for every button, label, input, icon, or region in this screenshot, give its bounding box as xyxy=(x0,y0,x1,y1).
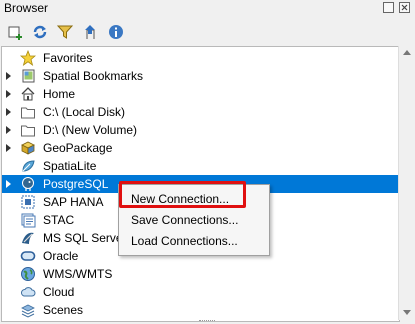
tree-item-wms-wmts[interactable]: WMS/WMTS xyxy=(2,265,399,283)
star-icon xyxy=(19,49,37,66)
geopackage-icon xyxy=(20,140,36,156)
expand-arrow-icon[interactable] xyxy=(6,126,11,134)
panel-title: Browser xyxy=(4,1,49,15)
expand-arrow-icon[interactable] xyxy=(6,108,11,116)
info-icon[interactable] xyxy=(108,24,124,40)
expand-arrow-icon[interactable] xyxy=(6,90,11,98)
browser-toolbar xyxy=(0,20,415,44)
folder-icon xyxy=(20,122,36,138)
expand-arrow-icon[interactable] xyxy=(6,180,11,188)
menu-item-load-connections[interactable]: Load Connections... xyxy=(119,231,269,251)
tree-item-spatial-bookmarks[interactable]: Spatial Bookmarks xyxy=(2,67,399,85)
sap-hana-icon xyxy=(20,194,36,210)
tree-item-cloud[interactable]: Cloud xyxy=(2,283,399,301)
tree-item-geopackage[interactable]: GeoPackage xyxy=(2,139,399,157)
tree-item-spatialite[interactable]: SpatiaLite xyxy=(2,157,399,175)
scroll-up-icon[interactable] xyxy=(403,50,411,55)
expand-arrow-icon[interactable] xyxy=(6,144,11,152)
oracle-icon xyxy=(20,248,36,264)
panel-titlebar: Browser xyxy=(0,0,415,18)
resize-grip[interactable] xyxy=(199,320,215,324)
scenes-icon xyxy=(20,302,36,318)
home-icon xyxy=(20,86,36,102)
scroll-down-icon[interactable] xyxy=(403,310,411,315)
cloud-icon xyxy=(20,284,36,300)
annotation-highlight-box xyxy=(119,181,246,208)
tree-item-d-drive[interactable]: D:\ (New Volume) xyxy=(2,121,399,139)
collapse-all-icon[interactable] xyxy=(82,24,98,40)
filter-icon[interactable] xyxy=(56,24,74,40)
spatialite-icon xyxy=(20,158,36,174)
expand-arrow-icon[interactable] xyxy=(6,72,11,80)
close-panel-button[interactable] xyxy=(399,2,410,13)
refresh-icon[interactable] xyxy=(32,24,48,40)
tree-item-favorites[interactable]: Favorites xyxy=(2,49,399,67)
mssql-icon xyxy=(20,230,36,246)
tree-item-c-drive[interactable]: C:\ (Local Disk) xyxy=(2,103,399,121)
add-layer-icon[interactable] xyxy=(8,24,24,40)
stac-icon xyxy=(20,212,36,228)
tree-item-scenes[interactable]: Scenes xyxy=(2,301,399,319)
folder-icon xyxy=(20,104,36,120)
postgresql-icon xyxy=(20,176,36,192)
float-panel-button[interactable] xyxy=(383,2,394,13)
tree-scrollbar[interactable] xyxy=(398,46,415,320)
tree-item-home[interactable]: Home xyxy=(2,85,399,103)
globe-icon xyxy=(20,266,36,282)
menu-item-save-connections[interactable]: Save Connections... xyxy=(119,210,269,230)
bookmark-icon xyxy=(20,68,36,84)
